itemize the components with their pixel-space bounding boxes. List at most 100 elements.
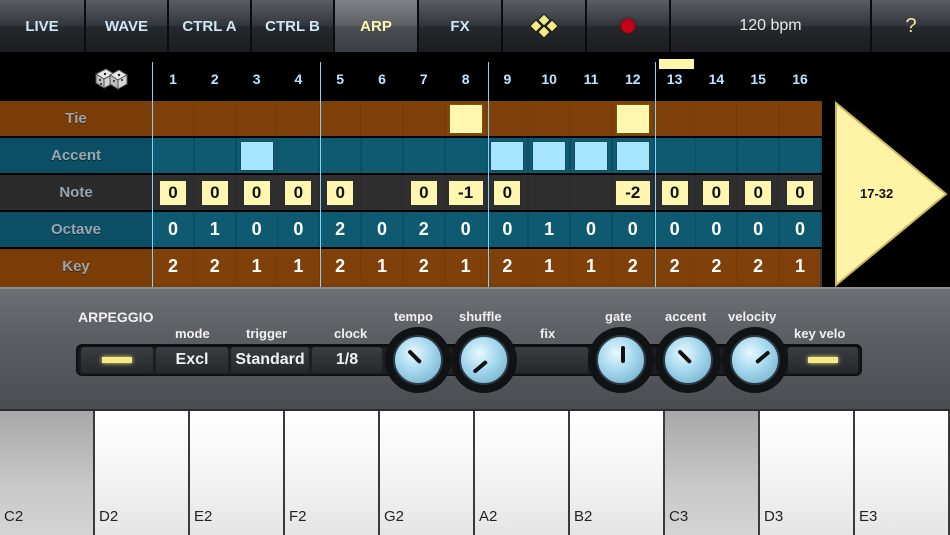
menu-button[interactable] [503,0,587,52]
tab-ctrl-a[interactable]: CTRL A [169,0,252,52]
step-cell-key[interactable]: 2 [194,249,235,284]
step-cell-octave[interactable]: 0 [153,212,193,247]
accent-knob[interactable] [663,335,713,385]
step-cell-accent[interactable] [654,138,695,173]
dice-icon[interactable] [93,66,129,90]
help-button[interactable]: ? [872,0,950,52]
step-cell-note[interactable]: 0 [403,175,444,210]
step-cell-tie[interactable] [194,101,235,136]
step-cell-octave[interactable]: 0 [236,212,277,247]
step-cell-tie[interactable] [654,101,695,136]
step-cell-octave[interactable]: 0 [696,212,737,247]
mode-selector[interactable]: Excl [156,347,228,373]
step-cell-tie[interactable] [696,101,737,136]
step-cell-note[interactable]: 0 [320,175,361,210]
step-cell-note[interactable]: 0 [194,175,235,210]
step-cell-key[interactable]: 2 [153,249,193,284]
step-cell-key[interactable]: 1 [571,249,611,284]
step-cell-key[interactable]: 2 [654,249,695,284]
step-cell-note[interactable]: 0 [487,175,528,210]
step-cell-note[interactable]: -1 [445,175,486,210]
trigger-selector[interactable]: Standard [231,347,309,373]
step-cell-tie[interactable] [445,101,486,136]
step-cell-tie[interactable] [738,101,779,136]
key-velo-toggle[interactable] [788,347,858,373]
step-cell-accent[interactable] [320,138,361,173]
step-cell-key[interactable]: 2 [320,249,361,284]
record-button[interactable] [587,0,671,52]
step-cell-tie[interactable] [236,101,277,136]
step-cell-accent[interactable] [612,138,653,173]
piano-key[interactable]: G2 [380,411,475,535]
step-cell-key[interactable]: 1 [445,249,486,284]
step-cell-tie[interactable] [278,101,319,136]
step-cell-key[interactable]: 2 [487,249,528,284]
step-cell-octave[interactable]: 0 [780,212,820,247]
tab-fx[interactable]: FX [419,0,503,52]
step-cell-note[interactable]: 0 [738,175,779,210]
step-cell-tie[interactable] [529,101,570,136]
step-cell-key[interactable]: 1 [780,249,820,284]
next-page-button[interactable]: 17-32 [834,101,950,287]
step-cell-octave[interactable]: 0 [654,212,695,247]
step-cell-accent[interactable] [696,138,737,173]
piano-key[interactable]: B2 [570,411,665,535]
step-cell-accent[interactable] [738,138,779,173]
step-cell-accent[interactable] [780,138,820,173]
gate-knob[interactable] [596,335,646,385]
step-cell-note[interactable]: 0 [278,175,319,210]
step-cell-tie[interactable] [780,101,820,136]
step-cell-accent[interactable] [194,138,235,173]
step-cell-accent[interactable] [278,138,319,173]
step-cell-octave[interactable]: 0 [612,212,653,247]
piano-key[interactable]: E3 [855,411,950,535]
step-cell-key[interactable]: 2 [696,249,737,284]
step-cell-accent[interactable] [362,138,402,173]
step-cell-octave[interactable]: 0 [571,212,611,247]
piano-key[interactable]: C2 [0,411,95,535]
step-cell-note[interactable]: 0 [236,175,277,210]
piano-key[interactable]: D2 [95,411,190,535]
step-cell-key[interactable]: 1 [362,249,402,284]
step-cell-key[interactable]: 2 [403,249,444,284]
step-cell-octave[interactable]: 0 [445,212,486,247]
step-cell-octave[interactable]: 0 [738,212,779,247]
step-cell-accent[interactable] [153,138,193,173]
step-cell-octave[interactable]: 1 [529,212,570,247]
tab-arp[interactable]: ARP [335,0,419,52]
step-cell-note[interactable]: -2 [612,175,653,210]
step-cell-tie[interactable] [362,101,402,136]
step-cell-note[interactable] [571,175,611,210]
tempo-display[interactable]: 120 bpm [671,0,872,52]
step-cell-octave[interactable]: 2 [320,212,361,247]
step-cell-tie[interactable] [153,101,193,136]
tab-live[interactable]: LIVE [0,0,86,52]
step-cell-note[interactable]: 0 [780,175,820,210]
step-cell-tie[interactable] [487,101,528,136]
step-cell-note[interactable] [529,175,570,210]
arpeggio-toggle[interactable] [81,347,153,373]
step-cell-accent[interactable] [571,138,611,173]
step-cell-note[interactable]: 0 [654,175,695,210]
tab-ctrl-b[interactable]: CTRL B [252,0,335,52]
step-cell-accent[interactable] [487,138,528,173]
step-cell-key[interactable]: 1 [529,249,570,284]
step-cell-note[interactable] [362,175,402,210]
step-cell-accent[interactable] [403,138,444,173]
step-cell-tie[interactable] [571,101,611,136]
step-cell-accent[interactable] [529,138,570,173]
step-cell-tie[interactable] [612,101,653,136]
step-cell-tie[interactable] [403,101,444,136]
step-cell-octave[interactable]: 2 [403,212,444,247]
velocity-knob[interactable] [730,335,780,385]
step-cell-octave[interactable]: 0 [362,212,402,247]
step-cell-accent[interactable] [445,138,486,173]
piano-key[interactable]: F2 [285,411,380,535]
step-cell-note[interactable]: 0 [696,175,737,210]
step-cell-octave[interactable]: 1 [194,212,235,247]
piano-key[interactable]: E2 [190,411,285,535]
fix-toggle[interactable] [514,347,588,373]
piano-key[interactable]: D3 [760,411,855,535]
piano-key[interactable]: A2 [475,411,570,535]
step-cell-key[interactable]: 1 [278,249,319,284]
